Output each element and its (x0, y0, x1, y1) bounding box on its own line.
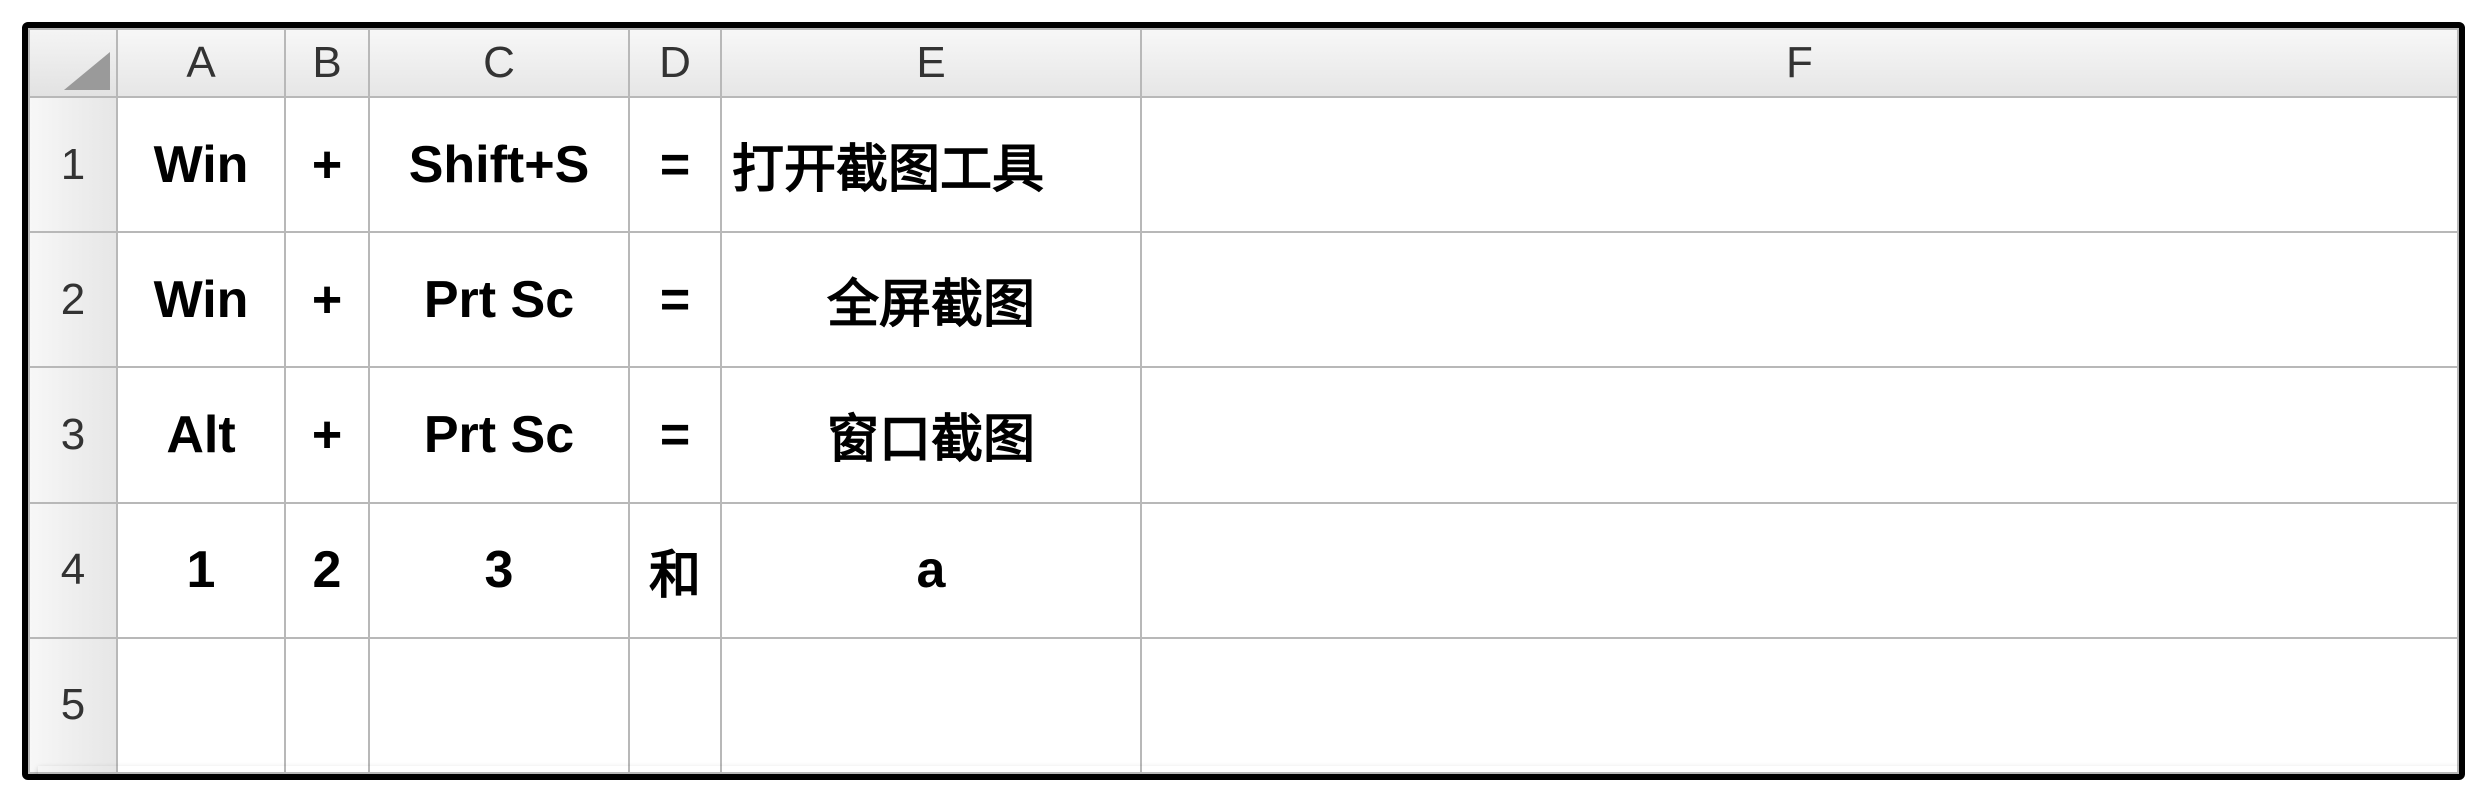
select-all-corner[interactable] (29, 29, 117, 97)
cell-E1[interactable]: 打开截图工具 (721, 97, 1141, 232)
cell-B3[interactable]: + (285, 367, 369, 502)
col-header-B[interactable]: B (285, 29, 369, 97)
col-header-A[interactable]: A (117, 29, 285, 97)
cell-F4[interactable] (1141, 503, 2458, 638)
cell-C5[interactable] (369, 638, 629, 773)
col-header-C[interactable]: C (369, 29, 629, 97)
cell-A3[interactable]: Alt (117, 367, 285, 502)
cell-F5[interactable] (1141, 638, 2458, 773)
cell-D5[interactable] (629, 638, 721, 773)
cell-E4[interactable]: a (721, 503, 1141, 638)
cell-F3[interactable] (1141, 367, 2458, 502)
spreadsheet: A B C D E F 1 Win + Shift+S = 打开截图工具 2 W… (22, 22, 2465, 780)
cell-A5[interactable] (117, 638, 285, 773)
cell-B4[interactable]: 2 (285, 503, 369, 638)
row-header-2[interactable]: 2 (29, 232, 117, 367)
col-header-F[interactable]: F (1141, 29, 2458, 97)
row-header-5[interactable]: 5 (29, 638, 117, 773)
cell-D1[interactable]: = (629, 97, 721, 232)
cell-D2[interactable]: = (629, 232, 721, 367)
cell-B1[interactable]: + (285, 97, 369, 232)
row-header-1[interactable]: 1 (29, 97, 117, 232)
cell-C3[interactable]: Prt Sc (369, 367, 629, 502)
cell-C1[interactable]: Shift+S (369, 97, 629, 232)
cell-D4[interactable]: 和 (629, 503, 721, 638)
cell-E3[interactable]: 窗口截图 (721, 367, 1141, 502)
cell-E2[interactable]: 全屏截图 (721, 232, 1141, 367)
cell-B5[interactable] (285, 638, 369, 773)
cell-D3[interactable]: = (629, 367, 721, 502)
row-header-3[interactable]: 3 (29, 367, 117, 502)
col-header-E[interactable]: E (721, 29, 1141, 97)
cell-F1[interactable] (1141, 97, 2458, 232)
row-header-4[interactable]: 4 (29, 503, 117, 638)
cell-F2[interactable] (1141, 232, 2458, 367)
spreadsheet-grid: A B C D E F 1 Win + Shift+S = 打开截图工具 2 W… (28, 28, 2459, 774)
cell-C2[interactable]: Prt Sc (369, 232, 629, 367)
cell-A2[interactable]: Win (117, 232, 285, 367)
cell-A4[interactable]: 1 (117, 503, 285, 638)
col-header-D[interactable]: D (629, 29, 721, 97)
cell-B2[interactable]: + (285, 232, 369, 367)
cell-A1[interactable]: Win (117, 97, 285, 232)
cell-C4[interactable]: 3 (369, 503, 629, 638)
cell-E5[interactable] (721, 638, 1141, 773)
